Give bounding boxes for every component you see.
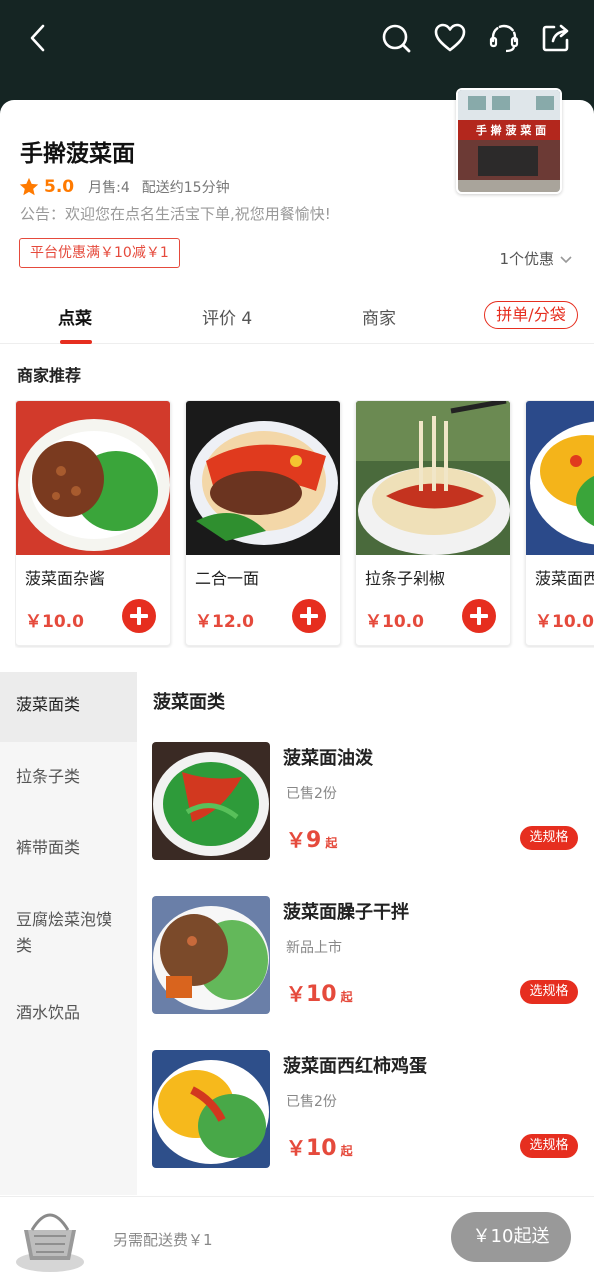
menu-item[interactable]: 菠菜面臊子干拌 新品上市 ￥ 10 起 选规格 — [152, 896, 582, 1016]
price-value: 10 — [306, 1136, 337, 1161]
recommend-price: ￥10.0 — [535, 612, 594, 632]
recommend-name: 菠菜面杂酱 — [25, 569, 106, 588]
tab-order[interactable]: 点菜 — [58, 304, 92, 329]
recommend-name: 拉条子剁椒 — [365, 569, 446, 588]
category-item[interactable]: 裤带面类 — [0, 835, 137, 861]
menu-item-price: ￥ 9 起 — [286, 824, 337, 853]
choose-spec-button[interactable]: 选规格 — [520, 1134, 578, 1158]
chevron-down-icon — [560, 255, 572, 263]
recommend-card[interactable]: 二合一面 ￥12.0 — [185, 400, 341, 646]
price-currency: ￥ — [286, 1136, 306, 1160]
menu-item-sales: 已售2份 — [286, 786, 337, 802]
price-currency: ￥ — [286, 828, 306, 852]
price-value: 10 — [306, 982, 337, 1007]
menu-item-tag: 新品上市 — [286, 940, 342, 956]
share-icon[interactable] — [536, 18, 576, 58]
recommend-title: 商家推荐 — [17, 366, 82, 385]
recommend-card[interactable]: 拉条子剁椒 ￥10.0 — [355, 400, 511, 646]
dish-image — [152, 1050, 270, 1168]
menu-item-sales: 已售2份 — [286, 1094, 337, 1110]
dish-image — [186, 401, 340, 555]
recommend-card[interactable]: 菠菜面杂酱 ￥10.0 — [15, 400, 171, 646]
group-order-button[interactable]: 拼单/分袋 — [484, 301, 578, 329]
recommend-name: 菠菜面西 — [535, 569, 594, 588]
category-item[interactable]: 菠菜面类 — [0, 672, 137, 742]
price-value: 9 — [306, 828, 322, 853]
dish-image — [152, 742, 270, 860]
cart-basket-icon[interactable] — [14, 1200, 86, 1274]
price-suffix: 起 — [340, 990, 353, 1004]
menu-item-price: ￥ 10 起 — [286, 978, 353, 1007]
dish-image — [16, 401, 170, 555]
headset-icon[interactable] — [484, 18, 524, 58]
recommend-row: 菠菜面杂酱 ￥10.0 二合一面 ￥12.0 拉条子剁椒 ￥10.0 菠菜面西 … — [15, 400, 594, 648]
shop-photo[interactable]: 手 擀 菠 菜 面 — [456, 88, 562, 194]
category-item[interactable]: 拉条子类 — [0, 764, 137, 790]
price-currency: ￥ — [286, 982, 306, 1006]
add-to-cart-button[interactable] — [462, 599, 496, 633]
section-title: 菠菜面类 — [153, 692, 225, 713]
menu-item[interactable]: 菠菜面西红柿鸡蛋 已售2份 ￥ 10 起 选规格 — [152, 1050, 582, 1170]
rating-value: 5.0 — [44, 177, 75, 197]
heart-icon[interactable] — [430, 18, 470, 58]
price-suffix: 起 — [325, 836, 338, 850]
choose-spec-button[interactable]: 选规格 — [520, 980, 578, 1004]
shop-sign-text: 手 擀 菠 菜 面 — [476, 123, 546, 137]
add-to-cart-button[interactable] — [122, 599, 156, 633]
menu-item-name: 菠菜面西红柿鸡蛋 — [283, 1056, 427, 1077]
delivery-fee: 另需配送费￥1 — [113, 1231, 213, 1249]
back-icon[interactable] — [18, 18, 58, 58]
star-icon — [19, 177, 39, 196]
shop-meta: 5.0 月售:4 配送约15分钟 — [18, 176, 242, 198]
promo-count-button[interactable]: 1个优惠 — [499, 248, 574, 269]
dish-image — [526, 401, 594, 555]
tab-reviews[interactable]: 评价 4 — [202, 304, 252, 329]
menu-item-name: 菠菜面臊子干拌 — [283, 902, 409, 923]
price-suffix: 起 — [340, 1144, 353, 1158]
choose-spec-button[interactable]: 选规格 — [520, 826, 578, 850]
recommend-price: ￥10.0 — [25, 612, 84, 632]
recommend-name: 二合一面 — [195, 569, 260, 588]
tab-merchant[interactable]: 商家 — [362, 304, 396, 329]
menu-item[interactable]: 菠菜面油泼 已售2份 ￥ 9 起 选规格 — [152, 742, 582, 862]
menu-item-name: 菠菜面油泼 — [283, 748, 373, 769]
recommend-price: ￥12.0 — [195, 612, 254, 632]
tab-active-indicator — [60, 340, 92, 344]
menu-item-price: ￥ 10 起 — [286, 1132, 353, 1161]
recommend-card[interactable]: 菠菜面西 ￥10.0 — [525, 400, 594, 646]
shop-title: 手擀菠菜面 — [20, 141, 135, 167]
dish-image — [152, 896, 270, 1014]
shop-notice: 公告：欢迎您在点名生活宝下单,祝您用餐愉快! — [20, 205, 331, 223]
promo-tag: 平台优惠满￥10减￥1 — [19, 238, 180, 268]
category-item[interactable]: 酒水饮品 — [0, 1000, 137, 1026]
checkout-button[interactable]: ￥10起送 — [451, 1212, 571, 1262]
category-item[interactable]: 豆腐烩菜泡馍类 — [0, 907, 137, 959]
search-icon[interactable] — [376, 18, 416, 58]
category-sidebar: 菠菜面类 拉条子类 裤带面类 豆腐烩菜泡馍类 酒水饮品 — [0, 672, 137, 1195]
delivery-time: 配送约15分钟 — [141, 180, 230, 196]
promo-count-label: 1个优惠 — [499, 250, 554, 268]
dish-image — [356, 401, 510, 555]
add-to-cart-button[interactable] — [292, 599, 326, 633]
monthly-sales: 月售:4 — [88, 180, 130, 196]
recommend-price: ￥10.0 — [365, 612, 424, 632]
